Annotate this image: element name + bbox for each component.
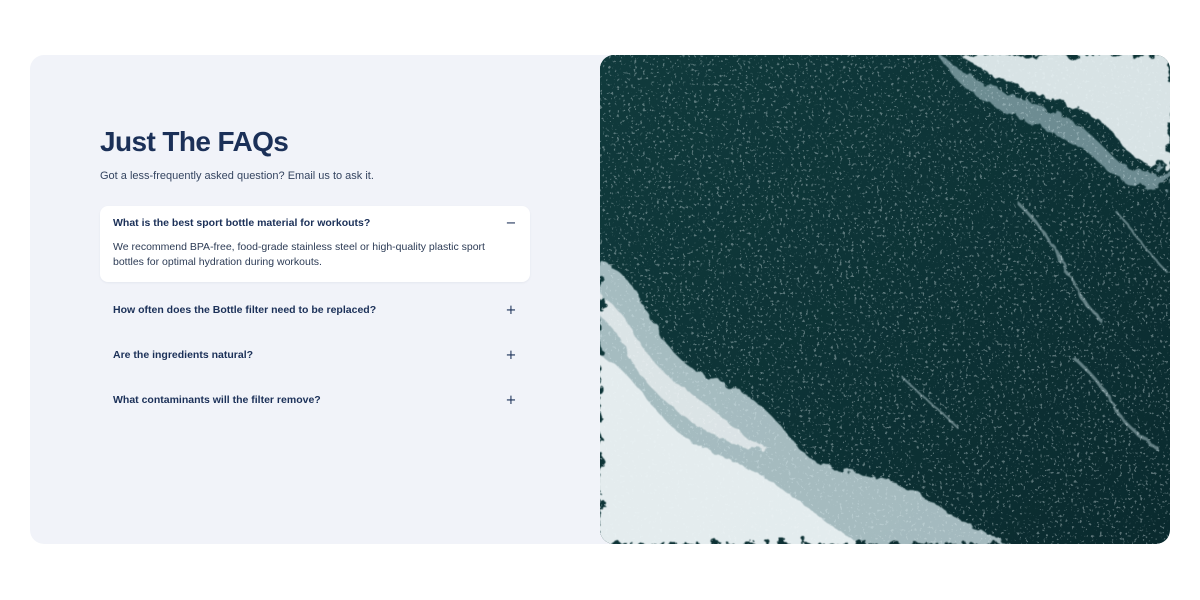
faq-question-1-button[interactable]: What is the best sport bottle material f… [100,206,530,240]
collapse-icon[interactable]: − [504,217,518,230]
page-title: Just The FAQs [100,126,289,157]
faq-question-2: How often does the Bottle filter need to… [113,304,377,317]
faq-subtitle: Got a less-frequently asked question? Em… [100,170,374,183]
ocean-waves-image [600,55,1170,544]
faq-answer-1: We recommend BPA-free, food-grade stainl… [113,241,485,269]
faq-question-3-button[interactable]: Are the ingredients natural? + [100,338,530,372]
faq-section: Just The FAQs Got a less-frequently aske… [30,55,1170,544]
expand-icon[interactable]: + [504,394,518,407]
expand-icon[interactable]: + [504,349,518,362]
faq-content: Just The FAQs Got a less-frequently aske… [100,127,530,417]
faq-question-2-button[interactable]: How often does the Bottle filter need to… [100,293,530,327]
faq-question-4: What contaminants will the filter remove… [113,394,321,407]
faq-list: What is the best sport bottle material f… [100,206,530,417]
faq-item-2: How often does the Bottle filter need to… [100,293,530,327]
faq-item-4: What contaminants will the filter remove… [100,383,530,417]
faq-item-3: Are the ingredients natural? + [100,338,530,372]
ocean-waves-illustration [600,55,1170,544]
faq-item-1: What is the best sport bottle material f… [100,206,530,283]
faq-question-3: Are the ingredients natural? [113,349,254,362]
faq-question-1: What is the best sport bottle material f… [113,217,371,230]
faq-question-4-button[interactable]: What contaminants will the filter remove… [100,383,530,417]
expand-icon[interactable]: + [504,304,518,317]
